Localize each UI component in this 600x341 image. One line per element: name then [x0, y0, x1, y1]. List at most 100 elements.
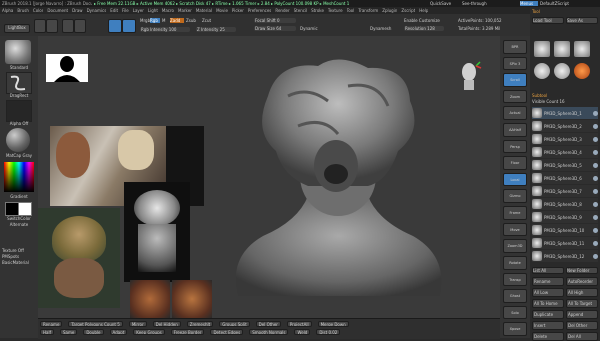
menu-item-brush[interactable]: Brush — [17, 8, 29, 13]
right-shelf-solo[interactable]: Solo — [503, 305, 527, 320]
menu-item-light[interactable]: Light — [148, 8, 158, 13]
stroke-thumbnail[interactable] — [6, 72, 32, 94]
menu-item-zscript[interactable]: Zscript — [401, 8, 415, 13]
menu-item-marker[interactable]: Marker — [178, 8, 192, 13]
quicksave-button[interactable]: QuickSave — [430, 1, 460, 6]
menu-item-edit[interactable]: Edit — [110, 8, 118, 13]
eye-icon[interactable] — [593, 214, 598, 220]
right-shelf-actual[interactable]: Actual — [503, 106, 527, 121]
subtool-row[interactable]: PM3D_Sphere3D_12 — [532, 250, 598, 262]
right-shelf-scroll[interactable]: Scroll — [503, 73, 527, 87]
menu-item-stencil[interactable]: Stencil — [294, 8, 308, 13]
right-shelf-transp[interactable]: Transp — [503, 272, 527, 287]
eye-icon[interactable] — [593, 175, 598, 181]
eye-icon[interactable] — [593, 201, 598, 207]
draw-mode-button[interactable] — [46, 19, 58, 33]
new-folder-button[interactable]: New Folder — [566, 267, 598, 274]
tool-thumb-5[interactable] — [554, 63, 570, 79]
m-button[interactable]: M — [162, 18, 168, 23]
bottom-option-0[interactable]: Half — [40, 329, 54, 335]
menu-item-stroke[interactable]: Stroke — [311, 8, 324, 13]
switch-color-button[interactable]: SwitchColor — [2, 216, 36, 221]
right-shelf-persp[interactable]: Persp — [503, 139, 527, 154]
zcut-button[interactable]: Zcut — [202, 18, 216, 23]
zadd-button[interactable]: Zadd — [170, 18, 184, 23]
bottom-option-3[interactable]: Adapt — [109, 329, 128, 335]
eye-icon[interactable] — [593, 240, 598, 246]
menu-item-help[interactable]: Help — [419, 8, 428, 13]
subtool-row[interactable]: PM3D_Sphere3D_3 — [532, 133, 598, 145]
color-picker[interactable] — [4, 162, 34, 192]
eye-icon[interactable] — [593, 136, 598, 142]
right-shelf-zoom[interactable]: Zoom — [503, 89, 527, 104]
right-shelf-ghost[interactable]: Ghost — [503, 289, 527, 303]
menu-item-draw[interactable]: Draw — [72, 8, 82, 13]
draw-size-slider[interactable]: Draw Size 64 — [254, 26, 296, 31]
subtool-action-all-to-target[interactable]: All To Target — [566, 299, 598, 308]
subtool-row[interactable]: PM3D_Sphere3D_10 — [532, 224, 598, 236]
subtool-row[interactable]: PM3D_Sphere3D_5 — [532, 159, 598, 171]
tool-thumb-1[interactable] — [534, 41, 550, 57]
menu-item-zplugin[interactable]: Zplugin — [382, 8, 397, 13]
eye-icon[interactable] — [593, 123, 598, 129]
brush-thumbnail[interactable] — [5, 40, 31, 64]
menu-item-material[interactable]: Material — [196, 8, 212, 13]
subtool-row[interactable]: PM3D_Sphere3D_9 — [532, 211, 598, 223]
menu-item-dynamics[interactable]: Dynamics — [87, 8, 107, 13]
menu-item-file[interactable]: File — [122, 8, 129, 13]
subtool-action-append[interactable]: Append — [566, 310, 598, 319]
tool-thumb-4[interactable] — [534, 63, 550, 79]
right-shelf-bpr[interactable]: BPR — [503, 40, 527, 54]
visible-count-slider[interactable]: Visible Count 16 — [532, 99, 592, 104]
eye-icon[interactable] — [593, 227, 598, 233]
subtool-action-del-other[interactable]: Del Other — [566, 321, 598, 330]
menu-item-texture[interactable]: Texture — [328, 8, 343, 13]
resolution-slider[interactable]: Resolution 128 — [404, 26, 444, 31]
bottom-option-7[interactable]: Smooth Normals — [249, 329, 289, 335]
right-shelf-floor[interactable]: Floor — [503, 156, 527, 170]
menu-item-picker[interactable]: Picker — [232, 8, 244, 13]
menu-item-transform[interactable]: Transform — [358, 8, 378, 13]
orientation-head-gizmo[interactable] — [458, 60, 482, 92]
z-intensity-slider[interactable]: Z Intensity 25 — [196, 27, 236, 32]
right-shelf-xpose[interactable]: Xpose — [503, 322, 527, 336]
material-sphere-thumbnail[interactable] — [6, 128, 30, 152]
right-shelf-gizmo[interactable]: Gizmo — [503, 189, 527, 204]
gradient-button[interactable]: Gradient — [2, 194, 36, 199]
move-mode-button[interactable] — [62, 19, 74, 33]
bottom-button-5[interactable]: Groups Split — [219, 321, 250, 327]
eye-icon[interactable] — [593, 188, 598, 194]
subtool-row[interactable]: PM3D_Sphere3D_8 — [532, 198, 598, 210]
menu-item-document[interactable]: Document — [47, 8, 68, 13]
subtool-action-all-low[interactable]: All Low — [532, 288, 564, 297]
subtool-row[interactable]: PM3D_Sphere3D_7 — [532, 185, 598, 197]
subtool-action-autoreorder[interactable]: AutoReorder — [566, 277, 598, 286]
bottom-button-2[interactable]: Mirror — [128, 321, 147, 327]
bottom-option-8[interactable]: Weld — [294, 329, 311, 335]
document-canvas[interactable] — [38, 36, 500, 318]
subtool-action-insert[interactable]: Insert — [532, 321, 564, 330]
scale-mode-button[interactable] — [74, 19, 86, 33]
eye-icon[interactable] — [593, 162, 598, 168]
eye-icon[interactable] — [593, 149, 598, 155]
subtool-row[interactable]: PM3D_Sphere3D_11 — [532, 237, 598, 249]
subtool-header[interactable]: Subtool — [532, 93, 572, 98]
bottom-option-9[interactable]: Dist 0.02 — [316, 329, 341, 335]
dynamic-button[interactable]: Dynamic — [300, 26, 322, 31]
right-shelf-rotate[interactable]: Rotate — [503, 255, 527, 270]
list-all-button[interactable]: List All — [532, 267, 564, 274]
rgb-intensity-slider[interactable]: Rgb Intensity 100 — [140, 27, 190, 32]
bottom-option-4[interactable]: Keep Groups — [133, 329, 165, 335]
menu-item-tool[interactable]: Tool — [347, 8, 355, 13]
default-zscript-button[interactable]: DefaultZScript — [540, 1, 598, 6]
secondary-color-swatch[interactable] — [18, 202, 32, 216]
load-tool-button[interactable]: Load Tool — [532, 17, 564, 24]
menu-item-preferences[interactable]: Preferences — [248, 8, 272, 13]
subtool-row[interactable]: PM3D_Sphere3D_2 — [532, 120, 598, 132]
see-through-slider[interactable]: See-through — [462, 1, 492, 6]
bottom-option-1[interactable]: Same — [59, 329, 78, 335]
subtool-action-rename[interactable]: Rename — [532, 277, 564, 286]
menu-item-alpha[interactable]: Alpha — [2, 8, 13, 13]
subtool-action-delete[interactable]: Delete — [532, 332, 564, 341]
alpha-thumbnail[interactable] — [6, 100, 32, 122]
